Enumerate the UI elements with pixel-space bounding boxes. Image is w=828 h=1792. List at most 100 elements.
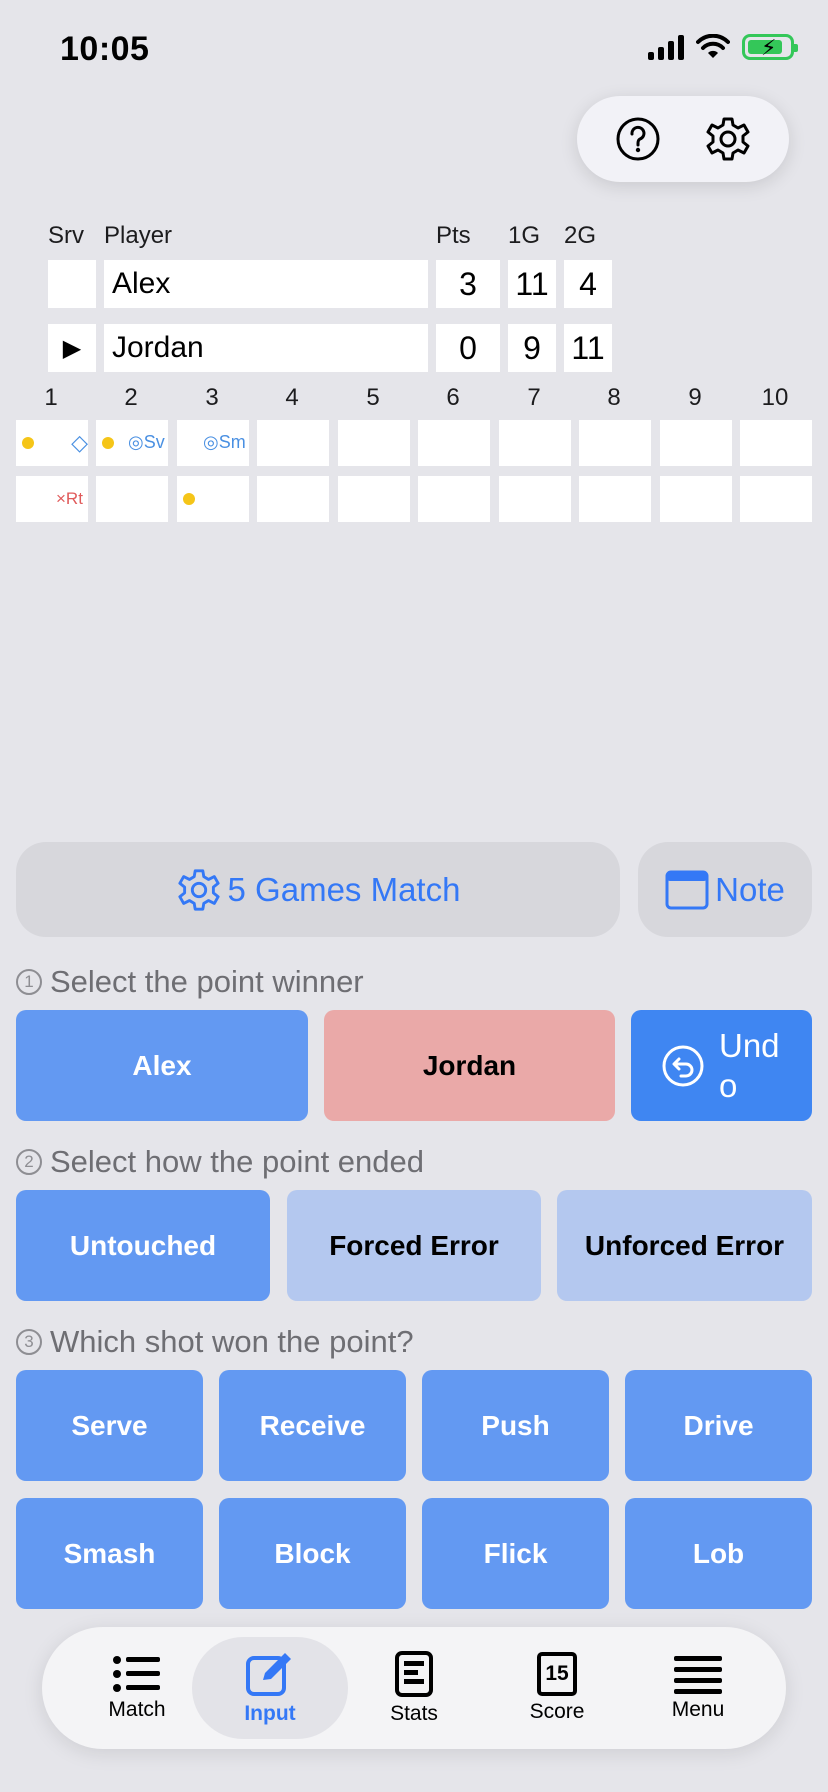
match-settings-button[interactable]: 5 Games Match [16,842,620,937]
tab-label: Stats [390,1702,438,1725]
rally-column-number: 5 [366,384,380,411]
battery-icon: ⚡ [742,34,798,60]
rally-cell [579,420,651,466]
step2-text: Select how the point ended [50,1144,424,1179]
rally-cell: ◎Sm [177,420,249,466]
top-actions [577,96,789,182]
point-dot [183,493,195,505]
rally-cell [579,476,651,522]
rally-cell [338,476,410,522]
tab-label: Match [108,1698,166,1721]
tab-bar: Match Input Stats 15 Score Menu [42,1627,786,1749]
rally-column-number: 3 [205,384,219,411]
menu-icon [674,1656,722,1694]
tab-menu[interactable]: Menu [623,1627,773,1749]
header-1g: 1G [508,222,541,249]
shot-serve-button[interactable]: Serve [16,1370,203,1481]
help-button[interactable] [610,111,666,167]
score-icon-number: 15 [545,1662,569,1685]
rally-cell [338,420,410,466]
step1-label: 1 Select the point winner [16,964,364,1000]
rally-cell [660,476,732,522]
shot-push-button[interactable]: Push [422,1370,609,1481]
game1-score: 11 [508,260,556,308]
serve-mark: ◎Sv [128,432,165,452]
shot-smash-button[interactable]: Smash [16,1498,203,1609]
point-dot [102,437,114,449]
rally-column-number: 10 [761,384,789,411]
window-icon [665,870,709,909]
rally-cell [418,420,490,466]
shot-drive-button[interactable]: Drive [625,1370,812,1481]
scoreboard-icon: 15 [537,1652,577,1696]
tab-label: Input [244,1702,296,1725]
rally-column-number: 6 [446,384,460,411]
header-pts: Pts [436,222,471,249]
rally-cell [499,476,571,522]
shot-receive-button[interactable]: Receive [219,1370,406,1481]
player-name: Alex [104,260,428,308]
tab-label: Menu [671,1698,725,1721]
rally-cell: ◇ [16,420,88,466]
undo-label: Undo [719,1026,780,1104]
rally-cell [418,476,490,522]
serve-indicator: ▶ [48,324,96,372]
step-number-icon: 2 [16,1149,42,1175]
points-value: 3 [436,260,500,308]
smash-mark: ◎Sm [203,432,246,452]
rally-cell [499,420,571,466]
help-icon [616,117,660,161]
shot-block-button[interactable]: Block [219,1498,406,1609]
player-name: Jordan [104,324,428,372]
rally-column-number: 1 [44,384,58,411]
wifi-icon [696,34,730,58]
settings-button[interactable] [700,111,756,167]
ending-unforced-error-button[interactable]: Unforced Error [557,1190,812,1301]
rally-column-number: 9 [688,384,702,411]
return-error-mark: ×Rt [56,489,83,508]
tab-match[interactable]: Match [62,1627,212,1749]
gear-icon [177,868,220,911]
status-time: 10:05 [60,30,150,68]
match-format-label: 5 Games Match [227,870,461,908]
status-icons: ⚡ [648,34,798,60]
rally-cell: ×Rt [16,476,88,522]
step1-text: Select the point winner [50,964,364,999]
step-number-icon: 3 [16,1329,42,1355]
tab-label: Score [529,1700,585,1723]
rally-cell [660,420,732,466]
rally-cell [177,476,249,522]
note-label: Note [715,870,785,908]
rally-cell [740,476,812,522]
cellular-signal-icon [648,34,684,60]
rally-column-number: 4 [285,384,299,411]
shot-lob-button[interactable]: Lob [625,1498,812,1609]
gear-icon [706,117,750,161]
header-player: Player [104,222,173,249]
rally-column-number: 2 [124,384,138,411]
rally-cell [740,420,812,466]
list-icon [113,1656,160,1692]
undo-button[interactable]: Undo [631,1010,812,1121]
step2-label: 2 Select how the point ended [16,1144,424,1180]
step3-text: Which shot won the point? [50,1324,414,1359]
shot-flick-button[interactable]: Flick [422,1498,609,1609]
header-srv: Srv [48,222,84,249]
tab-input[interactable]: Input [195,1627,345,1749]
ending-untouched-button[interactable]: Untouched [16,1190,270,1301]
rally-cell [96,476,168,522]
rally-column-number: 8 [607,384,621,411]
rally-cell [257,476,329,522]
header-2g: 2G [564,222,597,249]
undo-icon [662,1045,704,1086]
ending-forced-error-button[interactable]: Forced Error [287,1190,541,1301]
game2-score: 4 [564,260,612,308]
points-value: 0 [436,324,500,372]
note-button[interactable]: Note [638,842,812,937]
game1-score: 9 [508,324,556,372]
tab-stats[interactable]: Stats [339,1627,489,1749]
tab-score[interactable]: 15 Score [482,1627,632,1749]
winner-player1-button[interactable]: Alex [16,1010,308,1121]
winner-player2-button[interactable]: Jordan [324,1010,615,1121]
game2-score: 11 [564,324,612,372]
